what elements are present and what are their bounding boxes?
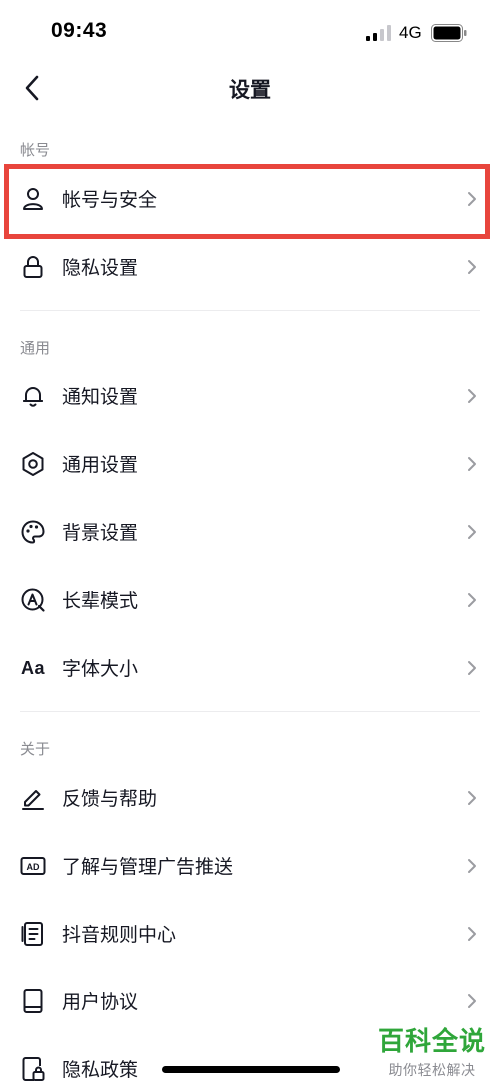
chevron-right-icon (468, 260, 476, 274)
row-label: 隐私政策 (62, 1059, 139, 1081)
signal-icon (366, 25, 391, 41)
section-header-account: 帐号 (20, 141, 51, 159)
row-label: 反馈与帮助 (62, 788, 158, 810)
page-title: 设置 (229, 78, 271, 102)
section-header-about: 关于 (20, 740, 51, 758)
row-label: 长辈模式 (62, 590, 139, 612)
policy-lock-icon (20, 1056, 46, 1082)
row-background-settings[interactable]: 背景设置 (0, 498, 500, 566)
chevron-right-icon (468, 457, 476, 471)
row-label: 了解与管理广告推送 (62, 856, 234, 878)
pencil-icon (20, 785, 46, 811)
row-label: 抖音规则中心 (62, 924, 177, 946)
row-elder-mode[interactable]: 长辈模式 (0, 566, 500, 634)
ad-icon: AD (20, 853, 46, 879)
row-label: 通用设置 (62, 454, 139, 476)
watermark-logo: 百科全说 助你轻松解决 (376, 1021, 488, 1080)
chevron-right-icon (468, 593, 476, 607)
font-size-icon: Aa (20, 655, 46, 681)
divider (20, 711, 480, 712)
row-label: 字体大小 (62, 658, 139, 680)
row-rules-center[interactable]: 抖音规则中心 (0, 900, 500, 968)
status-bar: 09:43 4G (0, 0, 500, 64)
document-icon (20, 921, 46, 947)
nav-bar: 设置 (0, 64, 500, 112)
book-icon (20, 988, 46, 1014)
section-header-general: 通用 (20, 339, 51, 357)
watermark-subtitle: 助你轻松解决 (388, 1063, 476, 1079)
divider (20, 310, 480, 311)
status-time: 09:43 (51, 19, 108, 42)
home-indicator[interactable] (162, 1066, 340, 1073)
row-privacy-settings[interactable]: 隐私设置 (0, 233, 500, 301)
chevron-right-icon (468, 791, 476, 805)
row-label: 通知设置 (62, 386, 139, 408)
gear-icon (20, 451, 46, 477)
row-font-size[interactable]: Aa 字体大小 (0, 634, 500, 702)
chevron-right-icon (468, 927, 476, 941)
font-size-icon-text: Aa (20, 657, 45, 678)
row-feedback-help[interactable]: 反馈与帮助 (0, 764, 500, 832)
watermark-title: 百科全说 (377, 1027, 486, 1057)
row-label: 隐私设置 (62, 257, 139, 279)
chevron-right-icon (468, 661, 476, 675)
highlight-annotation (4, 164, 490, 239)
chevron-right-icon (468, 859, 476, 873)
palette-icon (20, 519, 46, 545)
ad-icon-text: AD (27, 862, 40, 872)
chevron-right-icon (468, 994, 476, 1008)
elder-mode-icon (20, 587, 46, 613)
chevron-right-icon (468, 389, 476, 403)
row-label: 背景设置 (62, 522, 139, 544)
chevron-right-icon (468, 525, 476, 539)
row-label: 用户协议 (62, 991, 139, 1013)
battery-icon (431, 24, 467, 42)
row-notification-settings[interactable]: 通知设置 (0, 362, 500, 430)
lock-icon (20, 254, 46, 280)
row-ad-management[interactable]: AD 了解与管理广告推送 (0, 832, 500, 900)
network-type: 4G (399, 23, 422, 42)
bell-icon (20, 383, 46, 409)
row-general-settings[interactable]: 通用设置 (0, 430, 500, 498)
